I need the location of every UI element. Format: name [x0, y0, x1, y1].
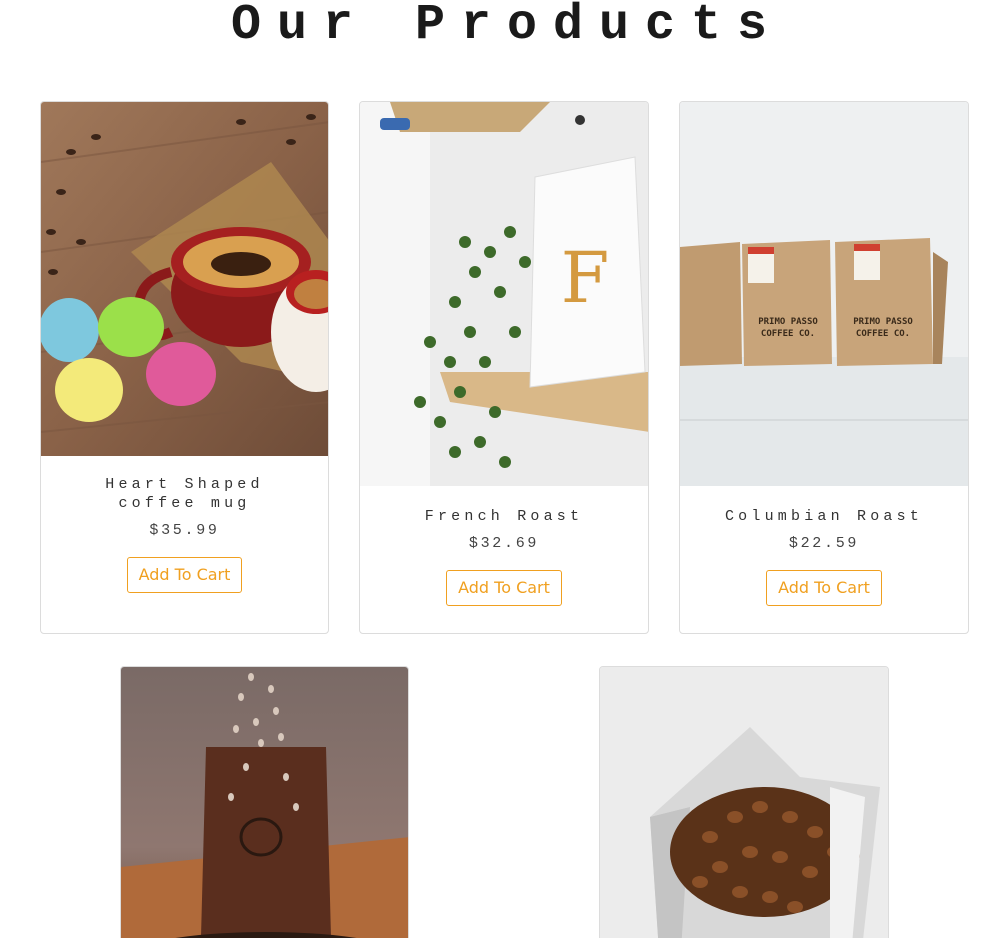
product-image-french-roast[interactable]: F: [360, 102, 648, 486]
add-to-cart-button[interactable]: Add To Cart: [766, 570, 882, 606]
svg-text:PRIMO PASSO: PRIMO PASSO: [758, 317, 818, 327]
svg-text:COFFEE CO.: COFFEE CO.: [856, 329, 910, 339]
product-card-heart-mug: Heart Shaped coffee mug $35.99 Add To Ca…: [40, 101, 329, 634]
page-title: Our Products: [230, 0, 784, 54]
product-name: Heart Shaped coffee mug: [105, 476, 264, 512]
product-image-heart-mug[interactable]: [41, 102, 328, 456]
product-image-columbian-roast[interactable]: PRIMO PASSO COFFEE CO. PRIMO PASSO COFFE…: [680, 102, 968, 486]
product-price: $22.59: [788, 535, 860, 552]
product-info-french-roast: French Roast $32.69 Add To Cart: [360, 486, 648, 606]
product-info-columbian-roast: Columbian Roast $22.59 Add To Cart: [680, 486, 968, 606]
product-image-open-bag-beans[interactable]: [600, 667, 888, 938]
product-name: Columbian Roast: [724, 508, 924, 525]
svg-text:COFFEE CO.: COFFEE CO.: [761, 329, 815, 339]
product-image-falling-beans[interactable]: [121, 667, 408, 938]
svg-text:F: F: [561, 237, 610, 319]
product-price: $35.99: [149, 522, 220, 539]
product-name: French Roast: [424, 508, 584, 525]
product-card-french-roast: F French Roast $32.69 Add To Cart: [359, 101, 649, 634]
add-to-cart-button[interactable]: Add To Cart: [446, 570, 562, 606]
product-card-5: [599, 666, 889, 938]
add-to-cart-button[interactable]: Add To Cart: [126, 557, 243, 593]
product-card-columbian-roast: PRIMO PASSO COFFEE CO. PRIMO PASSO COFFE…: [679, 101, 969, 634]
product-info-heart-mug: Heart Shaped coffee mug $35.99 Add To Ca…: [41, 456, 328, 593]
svg-text:PRIMO PASSO: PRIMO PASSO: [853, 317, 913, 327]
product-card-4: [120, 666, 409, 938]
product-price: $32.69: [468, 535, 540, 552]
